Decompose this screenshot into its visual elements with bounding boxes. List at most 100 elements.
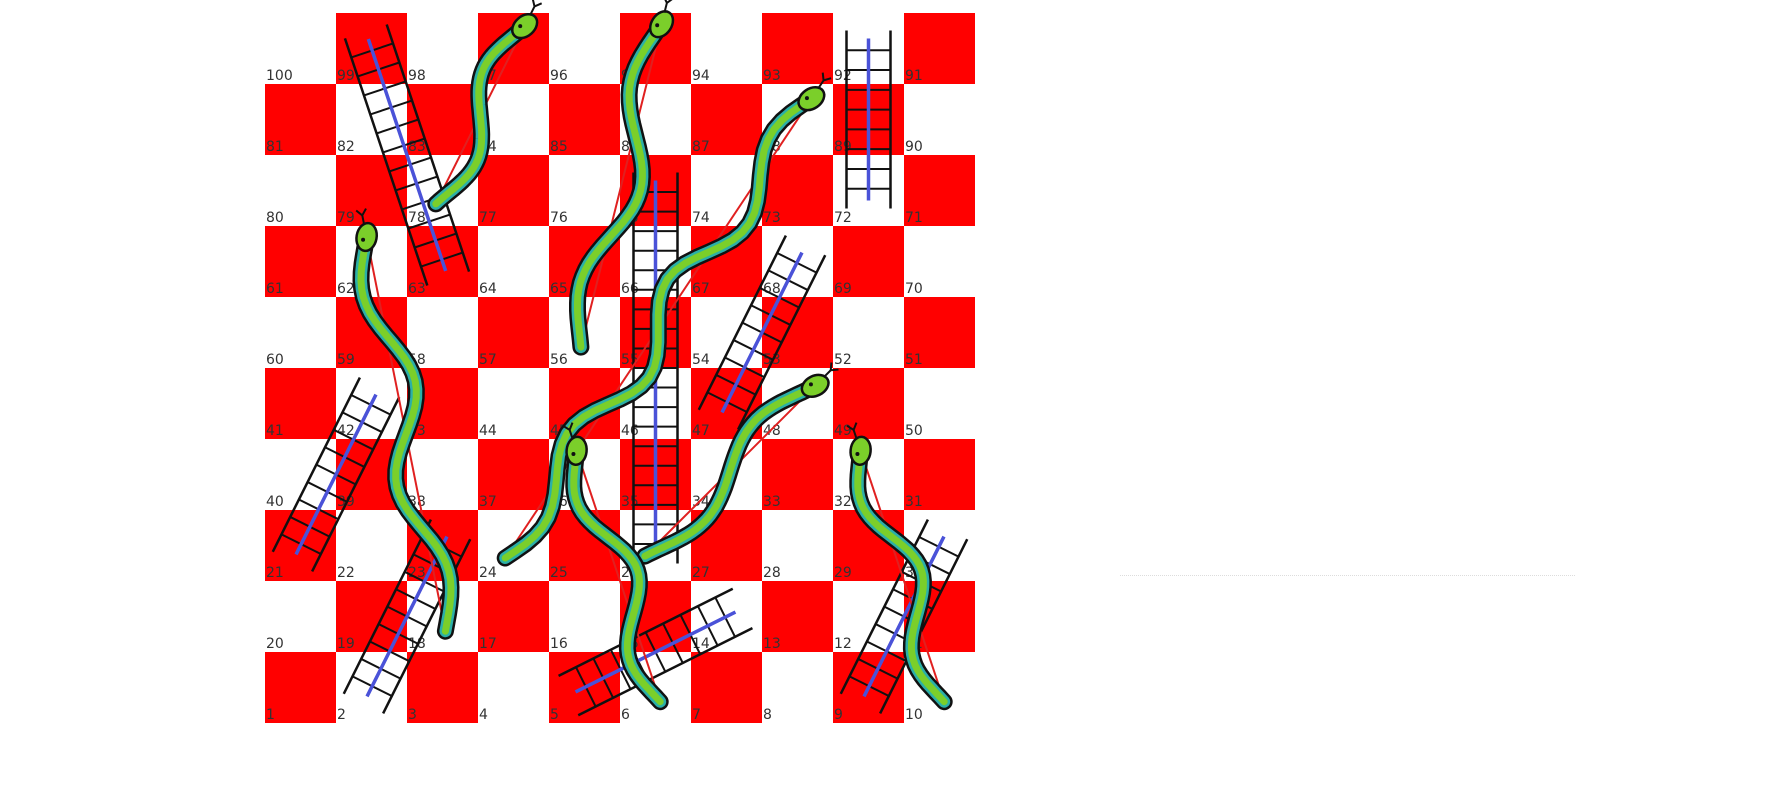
- cell-number: 47: [692, 423, 710, 439]
- board-cell-93: 93: [762, 13, 833, 84]
- cell-number: 46: [621, 423, 639, 439]
- board-cell-94: 94: [691, 13, 762, 84]
- cell-number: 88: [763, 139, 781, 155]
- board-cell-65: 65: [549, 226, 620, 297]
- board-cell-40: 40: [265, 439, 336, 510]
- cell-number: 68: [763, 281, 781, 297]
- cell-number: 86: [621, 139, 639, 155]
- cell-number: 59: [337, 352, 355, 368]
- cell-number: 57: [479, 352, 497, 368]
- cell-number: 8: [763, 707, 772, 723]
- board-cell-45: 45: [549, 368, 620, 439]
- board-cell-21: 21: [265, 510, 336, 581]
- cell-number: 78: [408, 210, 426, 226]
- board-cell-95: 95: [620, 13, 691, 84]
- cell-number: 45: [550, 423, 568, 439]
- board-cell-63: 63: [407, 226, 478, 297]
- cell-number: 25: [550, 565, 568, 581]
- cell-number: 11: [905, 636, 923, 652]
- cell-number: 27: [692, 565, 710, 581]
- board-cell-22: 22: [336, 510, 407, 581]
- cell-number: 55: [621, 352, 639, 368]
- board-cell-97: 97: [478, 13, 549, 84]
- board-cell-19: 19: [336, 581, 407, 652]
- cell-number: 9: [834, 707, 843, 723]
- cell-number: 23: [408, 565, 426, 581]
- cell-number: 43: [408, 423, 426, 439]
- cell-number: 77: [479, 210, 497, 226]
- board-cell-89: 89: [833, 84, 904, 155]
- board-cell-1: 1: [265, 652, 336, 723]
- game-board: 100 99 98 97 96 95 94 93 92 91 81 82 83 84 85 86 87 88 89 9…: [265, 13, 975, 723]
- cell-number: 49: [834, 423, 852, 439]
- cell-number: 83: [408, 139, 426, 155]
- cell-number: 80: [266, 210, 284, 226]
- cell-number: 42: [337, 423, 355, 439]
- board-cell-51: 51: [904, 297, 975, 368]
- cell-number: 60: [266, 352, 284, 368]
- board-cell-100: 100: [265, 13, 336, 84]
- board-cell-74: 74: [691, 155, 762, 226]
- board-cell-38: 38: [407, 439, 478, 510]
- cell-number: 13: [763, 636, 781, 652]
- board-cell-86: 86: [620, 84, 691, 155]
- board-cell-70: 70: [904, 226, 975, 297]
- snake-tongue: [663, 0, 673, 13]
- board-cell-82: 82: [336, 84, 407, 155]
- cell-number: 64: [479, 281, 497, 297]
- board-cell-88: 88: [762, 84, 833, 155]
- board-cell-37: 37: [478, 439, 549, 510]
- cell-number: 99: [337, 68, 355, 84]
- board-cell-62: 62: [336, 226, 407, 297]
- cell-number: 7: [692, 707, 701, 723]
- cell-number: 20: [266, 636, 284, 652]
- board-cell-24: 24: [478, 510, 549, 581]
- board-cell-85: 85: [549, 84, 620, 155]
- cell-number: 35: [621, 494, 639, 510]
- cell-number: 94: [692, 68, 710, 84]
- board-cell-75: 75: [620, 155, 691, 226]
- board-cell-80: 80: [265, 155, 336, 226]
- board-cell-66: 66: [620, 226, 691, 297]
- board-cell-77: 77: [478, 155, 549, 226]
- board-cell-79: 79: [336, 155, 407, 226]
- board-cell-9: 9: [833, 652, 904, 723]
- cell-number: 85: [550, 139, 568, 155]
- board-cell-35: 35: [620, 439, 691, 510]
- cell-number: 62: [337, 281, 355, 297]
- cell-number: 3: [408, 707, 417, 723]
- cell-number: 50: [905, 423, 923, 439]
- cell-number: 30: [905, 565, 923, 581]
- cell-number: 24: [479, 565, 497, 581]
- cell-number: 93: [763, 68, 781, 84]
- board-cell-67: 67: [691, 226, 762, 297]
- board-cell-99: 99: [336, 13, 407, 84]
- board-cell-71: 71: [904, 155, 975, 226]
- board-cell-29: 29: [833, 510, 904, 581]
- board-cell-8: 8: [762, 652, 833, 723]
- board-cell-56: 56: [549, 297, 620, 368]
- cell-number: 17: [479, 636, 497, 652]
- board-cell-15: 15: [620, 581, 691, 652]
- board-cell-81: 81: [265, 84, 336, 155]
- cell-number: 28: [763, 565, 781, 581]
- cell-number: 63: [408, 281, 426, 297]
- board-cell-68: 68: [762, 226, 833, 297]
- board-cell-27: 27: [691, 510, 762, 581]
- side-panel: [1120, 185, 1575, 576]
- cell-number: 82: [337, 139, 355, 155]
- cell-number: 96: [550, 68, 568, 84]
- cell-number: 91: [905, 68, 923, 84]
- cell-number: 72: [834, 210, 852, 226]
- cell-number: 81: [266, 139, 284, 155]
- cell-number: 65: [550, 281, 568, 297]
- board-cell-34: 34: [691, 439, 762, 510]
- board-cell-72: 72: [833, 155, 904, 226]
- cell-number: 92: [834, 68, 852, 84]
- board-cell-23: 23: [407, 510, 478, 581]
- board-cell-64: 64: [478, 226, 549, 297]
- cell-number: 18: [408, 636, 426, 652]
- board-cell-44: 44: [478, 368, 549, 439]
- cell-number: 58: [408, 352, 426, 368]
- board-cell-36: 36: [549, 439, 620, 510]
